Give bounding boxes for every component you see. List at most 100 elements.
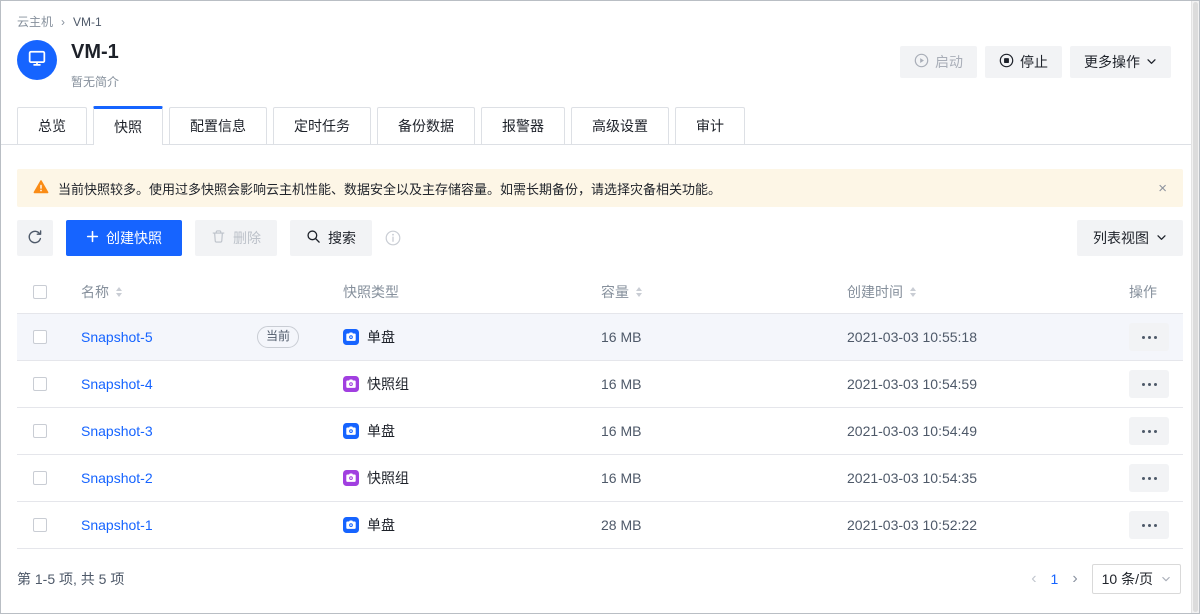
page-size-select[interactable]: 10 条/页 (1092, 564, 1181, 594)
created-cell: 2021-03-03 10:54:59 (831, 376, 1113, 392)
info-icon[interactable] (385, 230, 401, 246)
snapshot-type-label: 快照组 (367, 374, 409, 394)
scrollbar[interactable] (1191, 1, 1199, 613)
created-cell: 2021-03-03 10:55:18 (831, 329, 1113, 345)
row-actions-button[interactable] (1129, 511, 1169, 539)
next-page-icon[interactable]: › (1072, 571, 1077, 587)
scrollbar-thumb[interactable] (1193, 2, 1198, 612)
row-actions-button[interactable] (1129, 464, 1169, 492)
warning-icon (33, 179, 49, 198)
page-subtitle: 暂无简介 (71, 73, 119, 90)
items-summary: 第 1-5 项, 共 5 项 (17, 569, 124, 589)
current-badge: 当前 (257, 326, 299, 348)
table-row: Snapshot-4 快照组 16 MB 2021-03-03 10:54:59 (17, 361, 1183, 408)
size-cell: 16 MB (585, 329, 831, 345)
stop-button[interactable]: 停止 (985, 46, 1062, 78)
sort-icon (910, 287, 916, 297)
sort-by-name[interactable]: 名称 (81, 282, 122, 302)
play-circle-icon (914, 53, 929, 71)
trash-icon (211, 229, 226, 247)
header-actions: 启动 停止 更多操作 (900, 40, 1183, 78)
breadcrumb-separator: › (61, 15, 65, 29)
sort-by-size[interactable]: 容量 (601, 282, 642, 302)
plus-icon (86, 230, 99, 246)
snapshot-type-label: 单盘 (367, 421, 395, 441)
tab-备份数据[interactable]: 备份数据 (377, 107, 475, 144)
snapshot-type-label: 快照组 (367, 468, 409, 488)
row-checkbox[interactable] (33, 330, 47, 344)
more-actions-button[interactable]: 更多操作 (1070, 46, 1171, 78)
row-checkbox[interactable] (33, 377, 47, 391)
tab-label: 快照 (114, 117, 142, 137)
sort-icon (636, 287, 642, 297)
tab-label: 审计 (696, 116, 724, 136)
snapshot-type-label: 单盘 (367, 327, 395, 347)
row-actions-button[interactable] (1129, 323, 1169, 351)
view-mode-dropdown[interactable]: 列表视图 (1077, 220, 1183, 256)
tab-定时任务[interactable]: 定时任务 (273, 107, 371, 144)
snapshot-table: 名称 快照类型 容量 创建时间 操作 (17, 270, 1183, 549)
tab-高级设置[interactable]: 高级设置 (571, 107, 669, 144)
row-actions-button[interactable] (1129, 417, 1169, 445)
snapshot-name-link[interactable]: Snapshot-3 (81, 423, 153, 439)
camera-icon (343, 470, 359, 486)
table-row: Snapshot-5 当前 单盘 16 MB 2021-03-03 10:55:… (17, 314, 1183, 361)
warning-text: 当前快照较多。使用过多快照会影响云主机性能、数据安全以及主存储容量。如需长期备份… (58, 179, 721, 198)
tab-label: 备份数据 (398, 116, 454, 136)
refresh-button[interactable] (17, 220, 53, 256)
delete-button[interactable]: 删除 (195, 220, 277, 256)
warning-banner: 当前快照较多。使用过多快照会影响云主机性能、数据安全以及主存储容量。如需长期备份… (17, 169, 1183, 207)
row-checkbox[interactable] (33, 424, 47, 438)
tab-label: 高级设置 (592, 116, 648, 136)
vm-avatar (17, 40, 57, 80)
snapshot-type-label: 单盘 (367, 515, 395, 535)
pagination: ‹ 1 › 10 条/页 (1031, 564, 1181, 594)
snapshot-name-link[interactable]: Snapshot-2 (81, 470, 153, 486)
created-cell: 2021-03-03 10:54:49 (831, 423, 1113, 439)
camera-icon (343, 329, 359, 345)
chevron-down-icon (1161, 574, 1171, 584)
snapshot-name-link[interactable]: Snapshot-4 (81, 376, 153, 392)
vm-detail-page: 云主机 › VM-1 VM-1 暂无简介 启动 停止 (0, 0, 1200, 614)
row-checkbox[interactable] (33, 471, 47, 485)
banner-close-icon[interactable]: × (1158, 181, 1167, 196)
row-checkbox[interactable] (33, 518, 47, 532)
page-number[interactable]: 1 (1051, 571, 1059, 587)
table-row: Snapshot-2 快照组 16 MB 2021-03-03 10:54:35 (17, 455, 1183, 502)
chevron-down-icon (1146, 54, 1157, 70)
refresh-icon (27, 229, 43, 248)
snapshot-name-link[interactable]: Snapshot-1 (81, 517, 153, 533)
row-actions-button[interactable] (1129, 370, 1169, 398)
toolbar: 创建快照 删除 搜索 列表视图 (17, 220, 1183, 256)
start-button[interactable]: 启动 (900, 46, 977, 78)
page-title: VM-1 (71, 40, 119, 64)
stop-circle-icon (999, 53, 1014, 71)
camera-icon (343, 517, 359, 533)
search-button[interactable]: 搜索 (290, 220, 372, 256)
table-row: Snapshot-3 单盘 16 MB 2021-03-03 10:54:49 (17, 408, 1183, 455)
chevron-down-icon (1156, 230, 1167, 246)
tab-label: 总览 (38, 116, 66, 136)
monitor-icon (27, 48, 47, 73)
prev-page-icon[interactable]: ‹ (1031, 571, 1036, 587)
breadcrumb-vm-list[interactable]: 云主机 (17, 13, 53, 30)
tab-审计[interactable]: 审计 (675, 107, 745, 144)
tab-label: 报警器 (502, 116, 544, 136)
table-body: Snapshot-5 当前 单盘 16 MB 2021-03-03 10:55:… (17, 314, 1183, 549)
search-icon (306, 229, 321, 247)
select-all-checkbox[interactable] (33, 285, 47, 299)
tab-配置信息[interactable]: 配置信息 (169, 107, 267, 144)
table-header: 名称 快照类型 容量 创建时间 操作 (17, 270, 1183, 314)
create-snapshot-button[interactable]: 创建快照 (66, 220, 182, 256)
sort-by-created[interactable]: 创建时间 (847, 282, 916, 302)
camera-icon (343, 423, 359, 439)
created-cell: 2021-03-03 10:54:35 (831, 470, 1113, 486)
snapshot-name-link[interactable]: Snapshot-5 (81, 329, 153, 345)
size-cell: 28 MB (585, 517, 831, 533)
tab-label: 配置信息 (190, 116, 246, 136)
size-cell: 16 MB (585, 470, 831, 486)
table-row: Snapshot-1 单盘 28 MB 2021-03-03 10:52:22 (17, 502, 1183, 549)
tab-报警器[interactable]: 报警器 (481, 107, 565, 144)
tab-快照[interactable]: 快照 (93, 106, 163, 145)
tab-总览[interactable]: 总览 (17, 107, 87, 144)
